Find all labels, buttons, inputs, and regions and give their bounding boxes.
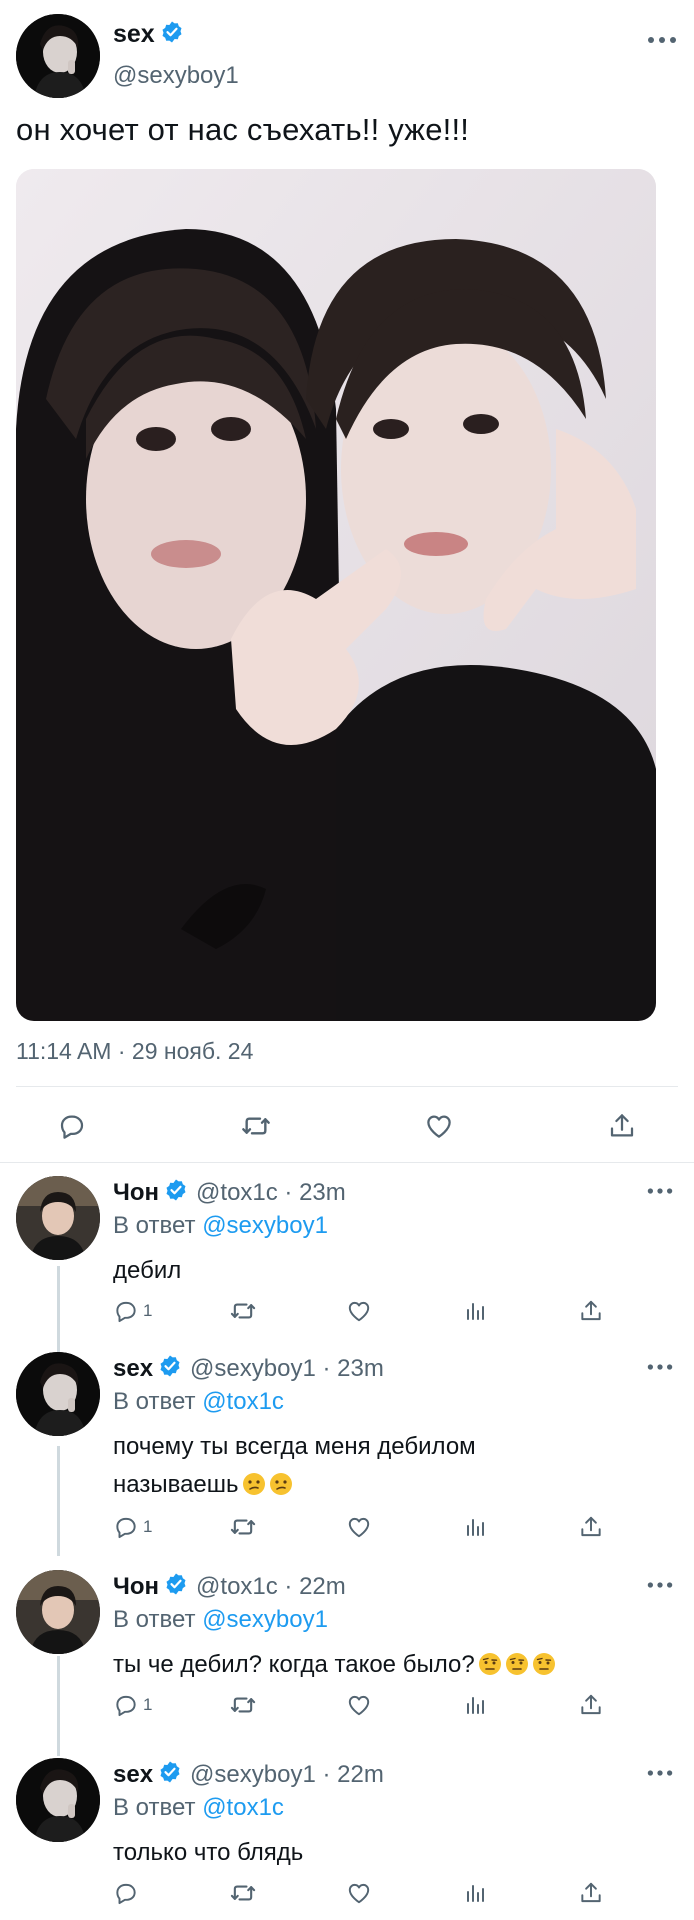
reply-tweet[interactable]: Чон @tox1c · 22m В ответ @sexyboy1 ты че… [0,1570,694,1730]
divider [0,1162,694,1163]
reply-tweet[interactable]: sex @sexyboy1 · 23m В ответ @tox1c почем… [0,1352,694,1552]
reply-to-line: В ответ @sexyboy1 [113,1606,328,1634]
author-handle-time: @sexyboy1 · 23m [190,1354,384,1382]
author-handle-time: @tox1c · 23m [196,1178,346,1206]
reply-icon[interactable] [52,1106,92,1146]
retweet-icon[interactable] [229,1294,257,1328]
avatar[interactable] [16,1176,100,1260]
views-icon[interactable] [464,1876,488,1910]
reply-text-content: почему ты всегда меня дебилом называешь [113,1433,476,1498]
reply-text-content: дебил [113,1257,182,1284]
share-icon[interactable] [578,1688,604,1722]
like-icon[interactable] [419,1106,459,1146]
reply-to-line: В ответ @sexyboy1 [113,1212,328,1240]
verified-badge-icon [160,20,184,49]
author-name[interactable]: Чон [113,1179,159,1207]
retweet-icon[interactable] [229,1688,257,1722]
verified-badge-icon [158,1354,182,1383]
tweet-timestamp[interactable]: 11:14 AM · 29 нояб. 24 [16,1038,253,1065]
divider [16,1086,678,1087]
confused-face-emoji [242,1473,265,1495]
reply-to-label: В ответ [113,1794,196,1821]
more-options-icon[interactable] [646,1766,678,1782]
reply-icon[interactable]: 1 [113,1294,152,1328]
retweet-icon[interactable] [236,1106,276,1146]
share-icon[interactable] [602,1106,642,1146]
reply-text: только что блядь [113,1834,653,1872]
reply-actions [0,1876,694,1910]
main-tweet-header: sex @sexyboy1 [16,14,678,98]
reply-text: дебил [113,1252,653,1290]
reply-tweet[interactable]: sex @sexyboy1 · 22m В ответ @tox1c тольк… [0,1758,694,1918]
reply-author-row: Чон @tox1c · 23m [113,1178,346,1207]
reply-icon[interactable]: 1 [113,1510,152,1544]
verified-badge-icon [164,1178,188,1207]
verified-badge-icon [164,1572,188,1601]
reply-text: ты че дебил? когда такое было? [113,1646,673,1684]
views-icon[interactable] [464,1294,488,1328]
more-options-icon[interactable] [646,1360,678,1376]
raised-eyebrow-emoji [478,1653,501,1675]
share-icon[interactable] [578,1510,604,1544]
reply-actions: 1 [0,1688,694,1722]
reply-to-handle-link[interactable]: @sexyboy1 [202,1606,328,1633]
retweet-icon[interactable] [229,1876,257,1910]
like-icon[interactable] [346,1510,372,1544]
author-name-row: sex [113,20,184,49]
like-icon[interactable] [346,1688,372,1722]
author-name[interactable]: Чон [113,1573,159,1601]
share-icon[interactable] [578,1876,604,1910]
author-name[interactable]: sex [113,1355,153,1383]
reply-text-content: только что блядь [113,1839,304,1866]
reply-icon[interactable] [113,1876,139,1910]
confused-face-emoji [269,1473,292,1495]
reply-author-row: sex @sexyboy1 · 22m [113,1760,384,1789]
like-icon[interactable] [346,1294,372,1328]
reply-actions: 1 [0,1294,694,1328]
reply-count: 1 [143,1517,153,1536]
author-handle-time: @tox1c · 22m [196,1572,346,1600]
tweet-photo[interactable] [16,169,656,1021]
more-options-icon[interactable] [646,32,678,48]
reply-icon[interactable]: 1 [113,1688,152,1722]
reply-author-row: sex @sexyboy1 · 23m [113,1354,384,1383]
author-handle[interactable]: @sexyboy1 [113,62,239,90]
like-icon[interactable] [346,1876,372,1910]
reply-to-line: В ответ @tox1c [113,1388,284,1416]
reply-to-label: В ответ [113,1606,196,1633]
reply-text-content: ты че дебил? когда такое было? [113,1651,475,1678]
views-icon[interactable] [464,1510,488,1544]
reply-to-label: В ответ [113,1212,196,1239]
avatar[interactable] [16,1352,100,1436]
reply-to-handle-link[interactable]: @tox1c [202,1794,284,1821]
more-options-icon[interactable] [646,1184,678,1200]
reply-actions: 1 [0,1510,694,1544]
avatar[interactable] [16,1758,100,1842]
views-icon[interactable] [464,1688,488,1722]
reply-count: 1 [143,1695,153,1714]
tweet-text: он хочет от нас съехать!! уже!!! [16,112,470,147]
avatar[interactable] [16,1570,100,1654]
reply-to-handle-link[interactable]: @tox1c [202,1388,284,1415]
raised-eyebrow-emoji [532,1653,555,1675]
raised-eyebrow-emoji [505,1653,528,1675]
reply-to-handle-link[interactable]: @sexyboy1 [202,1212,328,1239]
reply-author-row: Чон @tox1c · 22m [113,1572,346,1601]
main-tweet-actions [0,1100,694,1150]
reply-to-label: В ответ [113,1388,196,1415]
more-options-icon[interactable] [646,1578,678,1594]
reply-count: 1 [143,1301,153,1320]
share-icon[interactable] [578,1294,604,1328]
reply-tweet[interactable]: Чон @tox1c · 23m В ответ @sexyboy1 дебил… [0,1176,694,1336]
verified-badge-icon [158,1760,182,1789]
author-name[interactable]: sex [113,1761,153,1789]
avatar[interactable] [16,14,100,98]
reply-to-line: В ответ @tox1c [113,1794,284,1822]
retweet-icon[interactable] [229,1510,257,1544]
author-name[interactable]: sex [113,20,155,49]
author-handle-time: @sexyboy1 · 22m [190,1760,384,1788]
reply-text: почему ты всегда меня дебилом называешь [113,1428,573,1504]
